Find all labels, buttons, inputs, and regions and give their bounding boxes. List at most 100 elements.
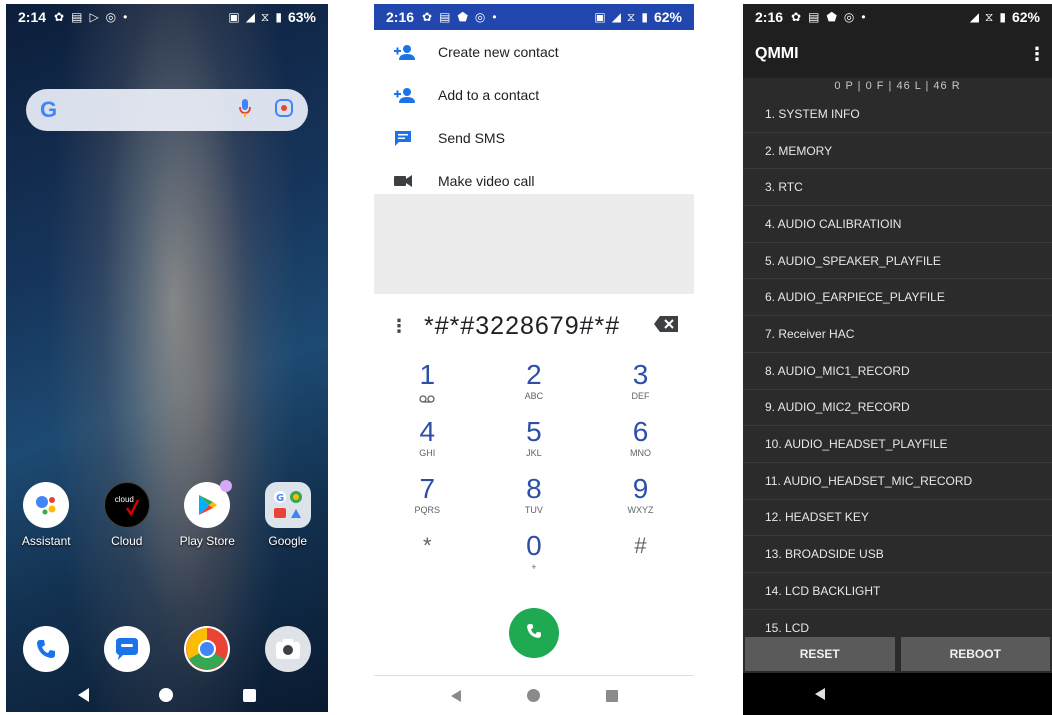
status-time: 2:16 [755,9,784,25]
list-item[interactable]: 3. RTC [743,169,1052,207]
list-item[interactable]: 13. BROADSIDE USB [743,536,1052,573]
dot-icon: • [861,10,866,24]
app-label: Cloud [111,534,143,548]
key-digit: 6 [632,416,649,447]
messages-icon [103,626,150,672]
back-button[interactable] [78,688,89,702]
dialed-number-row: ⋮ *#*#3228679#*# [374,302,694,350]
wifi-icon: ⧖ [626,10,636,24]
recents-button[interactable] [605,689,618,702]
list-item[interactable]: 4. AUDIO CALIBRATIOIN [743,206,1052,243]
menu-send-sms[interactable]: Send SMS [374,116,694,159]
app-assistant[interactable]: Assistant [11,482,81,548]
app-play-store[interactable]: Play Store [172,480,242,548]
signal-icon: ◢ [969,10,979,24]
key-letters: WXYZ [627,505,654,515]
google-folder-icon: G [264,482,311,528]
key-hash[interactable]: # [587,531,694,588]
lens-icon[interactable] [274,98,294,123]
menu-label: Create new contact [438,43,559,60]
key-4[interactable]: 4 GHI [374,417,481,474]
home-button[interactable] [159,688,173,702]
video-call-icon [394,174,438,187]
menu-create-contact[interactable]: Create new contact [374,30,694,73]
dialed-number[interactable]: *#*#3228679#*# [424,312,620,341]
test-list: 1. SYSTEM INFO 2. MEMORY 3. RTC 4. AUDIO… [743,96,1052,646]
dock-camera[interactable] [253,626,323,672]
signal-icon: ◢ [245,10,255,24]
settings-icon: ✿ [791,10,802,24]
page-title: QMMI [755,45,799,62]
list-item[interactable]: 1. SYSTEM INFO [743,96,1052,133]
key-3[interactable]: 3 DEF [587,360,694,417]
app-row: Assistant cloud Cloud Play Store G Googl… [6,480,328,548]
key-0[interactable]: 0 + [481,531,588,588]
google-search-bar[interactable]: G [26,89,308,131]
reboot-button[interactable]: REBOOT [900,637,1050,671]
key-letters: GHI [419,448,436,458]
list-item[interactable]: 7. Receiver HAC [743,316,1052,353]
call-button[interactable] [509,608,559,658]
status-bar: 2:14 ✿ ▤ ▷ ◎ • ▣ ◢ ⧖ ▮ 63% [6,4,328,30]
nav-bar [743,673,1052,715]
list-item[interactable]: 12. HEADSET KEY [743,500,1052,537]
app-label: Google [268,534,308,548]
wifi-icon: ⧖ [260,10,270,24]
key-5[interactable]: 5 JKL [481,417,588,474]
home-screen: 2:14 ✿ ▤ ▷ ◎ • ▣ ◢ ⧖ ▮ 63% G Assistant c… [6,4,328,712]
hotspot-icon: ◎ [843,10,855,24]
key-digit: # [634,533,647,558]
cloud-icon-text: cloud [114,495,134,504]
list-item[interactable]: 14. LCD BACKLIGHT [743,573,1052,610]
back-button[interactable] [450,689,461,702]
menu-label: Make video call [438,172,535,189]
list-item[interactable]: 10. AUDIO_HEADSET_PLAYFILE [743,426,1052,463]
key-letters: PQRS [414,505,441,515]
dock-messages[interactable] [92,626,162,672]
key-2[interactable]: 2 ABC [481,360,588,417]
list-item[interactable]: 5. AUDIO_SPEAKER_PLAYFILE [743,243,1052,280]
key-letters: TUV [524,505,543,515]
dock-phone[interactable] [11,626,81,672]
cloud-icon: cloud [103,482,150,528]
key-9[interactable]: 9 WXYZ [587,474,694,531]
menu-label: Add to a contact [438,86,540,103]
add-person-icon [394,87,438,103]
app-bar: QMMI ⋮ [743,30,1052,78]
overflow-menu-icon[interactable]: ⋮ [1028,44,1046,65]
back-button[interactable] [815,688,825,700]
sms-icon [394,129,438,147]
reset-button[interactable]: RESET [745,637,895,671]
key-digit: * [423,533,432,558]
dialer-screen: 2:16 ✿ ▤ ⬟ ◎ • ▣ ◢ ⧖ ▮ 62% Create new co… [374,4,694,715]
signal-icon: ◢ [611,10,621,24]
mic-icon[interactable] [238,98,252,123]
list-item[interactable]: 6. AUDIO_EARPIECE_PLAYFILE [743,279,1052,317]
key-digit: 1 [419,359,436,390]
recents-button[interactable] [243,688,256,702]
add-person-icon [394,44,438,60]
shield-icon: ⬟ [457,10,468,24]
app-google-folder[interactable]: G Google [253,482,323,548]
key-8[interactable]: 8 TUV [481,474,588,531]
backspace-icon[interactable] [654,315,678,337]
list-item[interactable]: 11. AUDIO_HEADSET_MIC_RECORD [743,463,1052,500]
key-digit: 3 [632,359,649,390]
key-6[interactable]: 6 MNO [587,417,694,474]
app-label: Assistant [21,534,71,548]
more-options-icon[interactable]: ⋮ [390,316,408,337]
nav-bar [374,675,694,715]
menu-add-to-contact[interactable]: Add to a contact [374,73,694,116]
dock-chrome[interactable] [172,626,242,672]
key-7[interactable]: 7 PQRS [374,474,481,531]
list-item[interactable]: 2. MEMORY [743,133,1052,170]
key-letters: MNO [629,448,651,458]
key-1[interactable]: 1 [374,360,481,417]
dialpad-row: 7 PQRS 8 TUV 9 WXYZ [374,474,694,531]
app-cloud[interactable]: cloud Cloud [92,482,162,548]
key-star[interactable]: * [374,531,481,588]
list-item[interactable]: 9. AUDIO_MIC2_RECORD [743,390,1052,427]
action-buttons: RESET REBOOT [743,637,1052,671]
list-item[interactable]: 8. AUDIO_MIC1_RECORD [743,353,1052,390]
home-button[interactable] [526,689,540,702]
